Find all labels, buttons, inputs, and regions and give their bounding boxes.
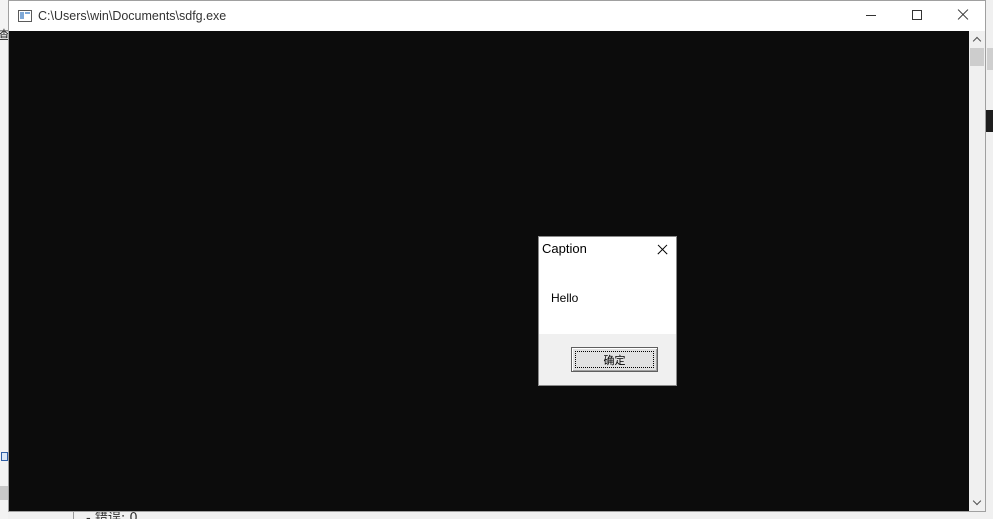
console-output-area[interactable] bbox=[9, 31, 969, 511]
desktop: 查 - 错误: 0 C:\Users\win\Documents\sdfg.ex… bbox=[0, 0, 993, 519]
background-app-right-block bbox=[987, 48, 993, 70]
background-app-panel bbox=[0, 486, 8, 500]
console-window: C:\Users\win\Documents\sdfg.exe bbox=[8, 0, 986, 512]
dialog-message: Hello bbox=[551, 291, 579, 305]
background-app-bottom-edge bbox=[8, 511, 993, 519]
dialog-footer: 确定 bbox=[539, 334, 676, 385]
maximize-icon bbox=[912, 10, 922, 20]
message-box-dialog: Caption Hello 确定 bbox=[538, 236, 677, 386]
background-app-bottom-box bbox=[8, 512, 74, 519]
background-app-left-edge bbox=[0, 0, 8, 519]
window-title: C:\Users\win\Documents\sdfg.exe bbox=[38, 9, 227, 23]
close-icon bbox=[657, 244, 668, 255]
maximize-button[interactable] bbox=[894, 1, 940, 31]
vertical-scrollbar[interactable] bbox=[969, 31, 985, 511]
dialog-body: Hello bbox=[539, 261, 676, 334]
background-app-right-dark bbox=[985, 110, 993, 132]
background-app-right-edge bbox=[985, 0, 993, 519]
title-bar[interactable]: C:\Users\win\Documents\sdfg.exe bbox=[9, 1, 985, 31]
console-app-icon[interactable] bbox=[18, 10, 32, 22]
close-icon bbox=[957, 9, 969, 21]
close-button[interactable] bbox=[940, 1, 986, 31]
dialog-close-button[interactable] bbox=[649, 237, 677, 261]
chevron-up-icon[interactable] bbox=[969, 31, 985, 48]
background-app-window-icon bbox=[1, 452, 8, 461]
dialog-title: Caption bbox=[542, 241, 587, 256]
chevron-down-icon[interactable] bbox=[969, 494, 985, 511]
minimize-button[interactable] bbox=[848, 1, 894, 31]
minimize-icon bbox=[866, 15, 876, 16]
ok-button[interactable]: 确定 bbox=[571, 347, 658, 372]
scrollbar-thumb[interactable] bbox=[970, 48, 984, 66]
